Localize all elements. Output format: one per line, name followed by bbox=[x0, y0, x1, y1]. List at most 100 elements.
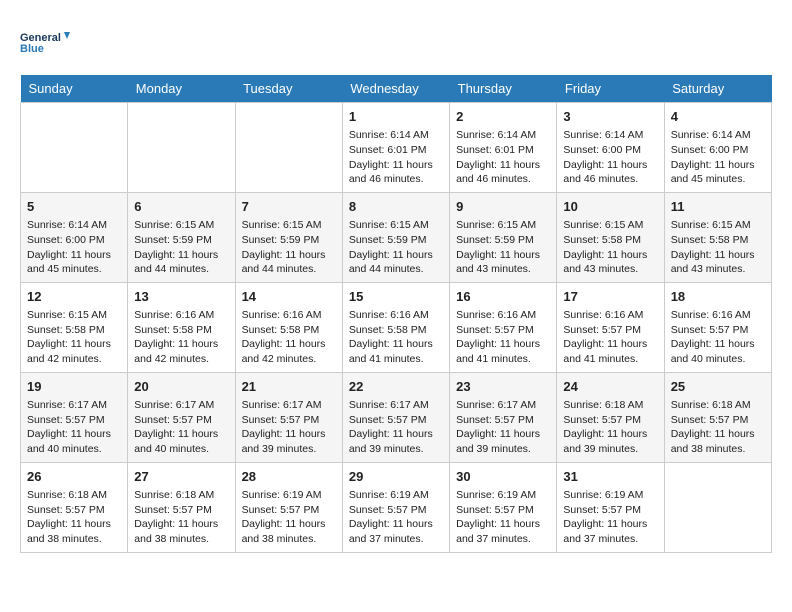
calendar-cell: 25Sunrise: 6:18 AMSunset: 5:57 PMDayligh… bbox=[664, 372, 771, 462]
day-number: 22 bbox=[349, 378, 443, 396]
day-number: 20 bbox=[134, 378, 228, 396]
svg-text:Blue: Blue bbox=[20, 43, 44, 55]
weekday-header-thursday: Thursday bbox=[450, 75, 557, 103]
day-number: 16 bbox=[456, 288, 550, 306]
calendar-cell: 8 Sunrise: 6:15 AMSunset: 5:59 PMDaylight… bbox=[342, 192, 449, 282]
day-number: 10 bbox=[563, 198, 657, 216]
logo-svg: General Blue bbox=[20, 20, 70, 65]
day-info: Sunrise: 6:15 AMSunset: 5:58 PMDaylight:… bbox=[27, 308, 121, 367]
calendar-table: SundayMondayTuesdayWednesdayThursdayFrid… bbox=[20, 75, 772, 553]
calendar-cell: 17 Sunrise: 6:16 AMSunset: 5:57 PMDayligh… bbox=[557, 282, 664, 372]
day-info: Sunrise: 6:14 AMSunset: 6:00 PMDaylight:… bbox=[671, 128, 765, 187]
calendar-cell: 18 Sunrise: 6:16 AMSunset: 5:57 PMDayligh… bbox=[664, 282, 771, 372]
day-number: 14 bbox=[242, 288, 336, 306]
day-info: Sunrise: 6:16 AMSunset: 5:58 PMDaylight:… bbox=[242, 308, 336, 367]
calendar-cell: 28 Sunrise: 6:19 AMSunset: 5:57 PMDayligh… bbox=[235, 462, 342, 552]
weekday-header-saturday: Saturday bbox=[664, 75, 771, 103]
day-number: 11 bbox=[671, 198, 765, 216]
day-number: 8 bbox=[349, 198, 443, 216]
day-info: Sunrise: 6:15 AMSunset: 5:59 PMDaylight:… bbox=[134, 218, 228, 277]
day-info: Sunrise: 6:16 AMSunset: 5:58 PMDaylight:… bbox=[349, 308, 443, 367]
day-info: Sunrise: 6:19 AMSunset: 5:57 PMDaylight:… bbox=[563, 488, 657, 547]
day-number: 23 bbox=[456, 378, 550, 396]
day-number: 28 bbox=[242, 468, 336, 486]
day-number: 26 bbox=[27, 468, 121, 486]
week-row-3: 19 Sunrise: 6:17 AMSunset: 5:57 PMDayligh… bbox=[21, 372, 772, 462]
calendar-cell: 12 Sunrise: 6:15 AMSunset: 5:58 PMDayligh… bbox=[21, 282, 128, 372]
day-number: 17 bbox=[563, 288, 657, 306]
day-number: 18 bbox=[671, 288, 765, 306]
calendar-cell bbox=[235, 103, 342, 193]
day-info: Sunrise: 6:15 AMSunset: 5:58 PMDaylight:… bbox=[671, 218, 765, 277]
calendar-cell: 3 Sunrise: 6:14 AMSunset: 6:00 PMDaylight… bbox=[557, 103, 664, 193]
day-info: Sunrise: 6:19 AMSunset: 5:57 PMDaylight:… bbox=[456, 488, 550, 547]
calendar-cell: 16 Sunrise: 6:16 AMSunset: 5:57 PMDayligh… bbox=[450, 282, 557, 372]
day-number: 9 bbox=[456, 198, 550, 216]
day-info: Sunrise: 6:15 AMSunset: 5:59 PMDaylight:… bbox=[242, 218, 336, 277]
week-row-0: 1Sunrise: 6:14 AMSunset: 6:01 PMDaylight… bbox=[21, 103, 772, 193]
day-info: Sunrise: 6:17 AMSunset: 5:57 PMDaylight:… bbox=[134, 398, 228, 457]
day-info: Sunrise: 6:18 AMSunset: 5:57 PMDaylight:… bbox=[563, 398, 657, 457]
day-number: 15 bbox=[349, 288, 443, 306]
day-info: Sunrise: 6:15 AMSunset: 5:59 PMDaylight:… bbox=[349, 218, 443, 277]
day-info: Sunrise: 6:17 AMSunset: 5:57 PMDaylight:… bbox=[456, 398, 550, 457]
day-number: 4 bbox=[671, 108, 765, 126]
day-info: Sunrise: 6:19 AMSunset: 5:57 PMDaylight:… bbox=[242, 488, 336, 547]
calendar-cell bbox=[128, 103, 235, 193]
calendar-cell bbox=[664, 462, 771, 552]
day-info: Sunrise: 6:17 AMSunset: 5:57 PMDaylight:… bbox=[349, 398, 443, 457]
day-number: 6 bbox=[134, 198, 228, 216]
calendar-cell: 11 Sunrise: 6:15 AMSunset: 5:58 PMDayligh… bbox=[664, 192, 771, 282]
day-info: Sunrise: 6:14 AMSunset: 6:00 PMDaylight:… bbox=[27, 218, 121, 277]
calendar-cell: 30Sunrise: 6:19 AMSunset: 5:57 PMDayligh… bbox=[450, 462, 557, 552]
day-info: Sunrise: 6:14 AMSunset: 6:00 PMDaylight:… bbox=[563, 128, 657, 187]
calendar-cell bbox=[21, 103, 128, 193]
day-info: Sunrise: 6:19 AMSunset: 5:57 PMDaylight:… bbox=[349, 488, 443, 547]
day-number: 19 bbox=[27, 378, 121, 396]
day-info: Sunrise: 6:16 AMSunset: 5:57 PMDaylight:… bbox=[563, 308, 657, 367]
day-info: Sunrise: 6:14 AMSunset: 6:01 PMDaylight:… bbox=[349, 128, 443, 187]
day-number: 12 bbox=[27, 288, 121, 306]
day-number: 2 bbox=[456, 108, 550, 126]
day-info: Sunrise: 6:16 AMSunset: 5:57 PMDaylight:… bbox=[671, 308, 765, 367]
day-number: 24 bbox=[563, 378, 657, 396]
day-number: 7 bbox=[242, 198, 336, 216]
day-info: Sunrise: 6:16 AMSunset: 5:58 PMDaylight:… bbox=[134, 308, 228, 367]
day-info: Sunrise: 6:17 AMSunset: 5:57 PMDaylight:… bbox=[242, 398, 336, 457]
calendar-cell: 26 Sunrise: 6:18 AMSunset: 5:57 PMDayligh… bbox=[21, 462, 128, 552]
calendar-cell: 23 Sunrise: 6:17 AMSunset: 5:57 PMDayligh… bbox=[450, 372, 557, 462]
calendar-cell: 14 Sunrise: 6:16 AMSunset: 5:58 PMDayligh… bbox=[235, 282, 342, 372]
calendar-cell: 7 Sunrise: 6:15 AMSunset: 5:59 PMDaylight… bbox=[235, 192, 342, 282]
calendar-cell: 24 Sunrise: 6:18 AMSunset: 5:57 PMDayligh… bbox=[557, 372, 664, 462]
calendar-cell: 4 Sunrise: 6:14 AMSunset: 6:00 PMDaylight… bbox=[664, 103, 771, 193]
calendar-cell: 1Sunrise: 6:14 AMSunset: 6:01 PMDaylight… bbox=[342, 103, 449, 193]
weekday-header-friday: Friday bbox=[557, 75, 664, 103]
day-number: 21 bbox=[242, 378, 336, 396]
calendar-cell: 2Sunrise: 6:14 AMSunset: 6:01 PMDaylight… bbox=[450, 103, 557, 193]
day-info: Sunrise: 6:18 AMSunset: 5:57 PMDaylight:… bbox=[671, 398, 765, 457]
day-info: Sunrise: 6:15 AMSunset: 5:59 PMDaylight:… bbox=[456, 218, 550, 277]
calendar-cell: 15 Sunrise: 6:16 AMSunset: 5:58 PMDayligh… bbox=[342, 282, 449, 372]
week-row-2: 12 Sunrise: 6:15 AMSunset: 5:58 PMDayligh… bbox=[21, 282, 772, 372]
calendar-cell: 29Sunrise: 6:19 AMSunset: 5:57 PMDayligh… bbox=[342, 462, 449, 552]
day-info: Sunrise: 6:18 AMSunset: 5:57 PMDaylight:… bbox=[27, 488, 121, 547]
day-number: 5 bbox=[27, 198, 121, 216]
day-info: Sunrise: 6:16 AMSunset: 5:57 PMDaylight:… bbox=[456, 308, 550, 367]
day-info: Sunrise: 6:17 AMSunset: 5:57 PMDaylight:… bbox=[27, 398, 121, 457]
day-info: Sunrise: 6:15 AMSunset: 5:58 PMDaylight:… bbox=[563, 218, 657, 277]
weekday-header-sunday: Sunday bbox=[21, 75, 128, 103]
week-row-4: 26 Sunrise: 6:18 AMSunset: 5:57 PMDayligh… bbox=[21, 462, 772, 552]
weekday-header-wednesday: Wednesday bbox=[342, 75, 449, 103]
calendar-cell: 31 Sunrise: 6:19 AMSunset: 5:57 PMDayligh… bbox=[557, 462, 664, 552]
week-row-1: 5 Sunrise: 6:14 AMSunset: 6:00 PMDaylight… bbox=[21, 192, 772, 282]
day-number: 3 bbox=[563, 108, 657, 126]
weekday-header-tuesday: Tuesday bbox=[235, 75, 342, 103]
calendar-cell: 20 Sunrise: 6:17 AMSunset: 5:57 PMDayligh… bbox=[128, 372, 235, 462]
calendar-cell: 21 Sunrise: 6:17 AMSunset: 5:57 PMDayligh… bbox=[235, 372, 342, 462]
calendar-cell: 19 Sunrise: 6:17 AMSunset: 5:57 PMDayligh… bbox=[21, 372, 128, 462]
svg-text:General: General bbox=[20, 32, 61, 44]
header: General Blue bbox=[20, 20, 772, 65]
weekday-header-monday: Monday bbox=[128, 75, 235, 103]
calendar-cell: 5 Sunrise: 6:14 AMSunset: 6:00 PMDaylight… bbox=[21, 192, 128, 282]
day-number: 31 bbox=[563, 468, 657, 486]
